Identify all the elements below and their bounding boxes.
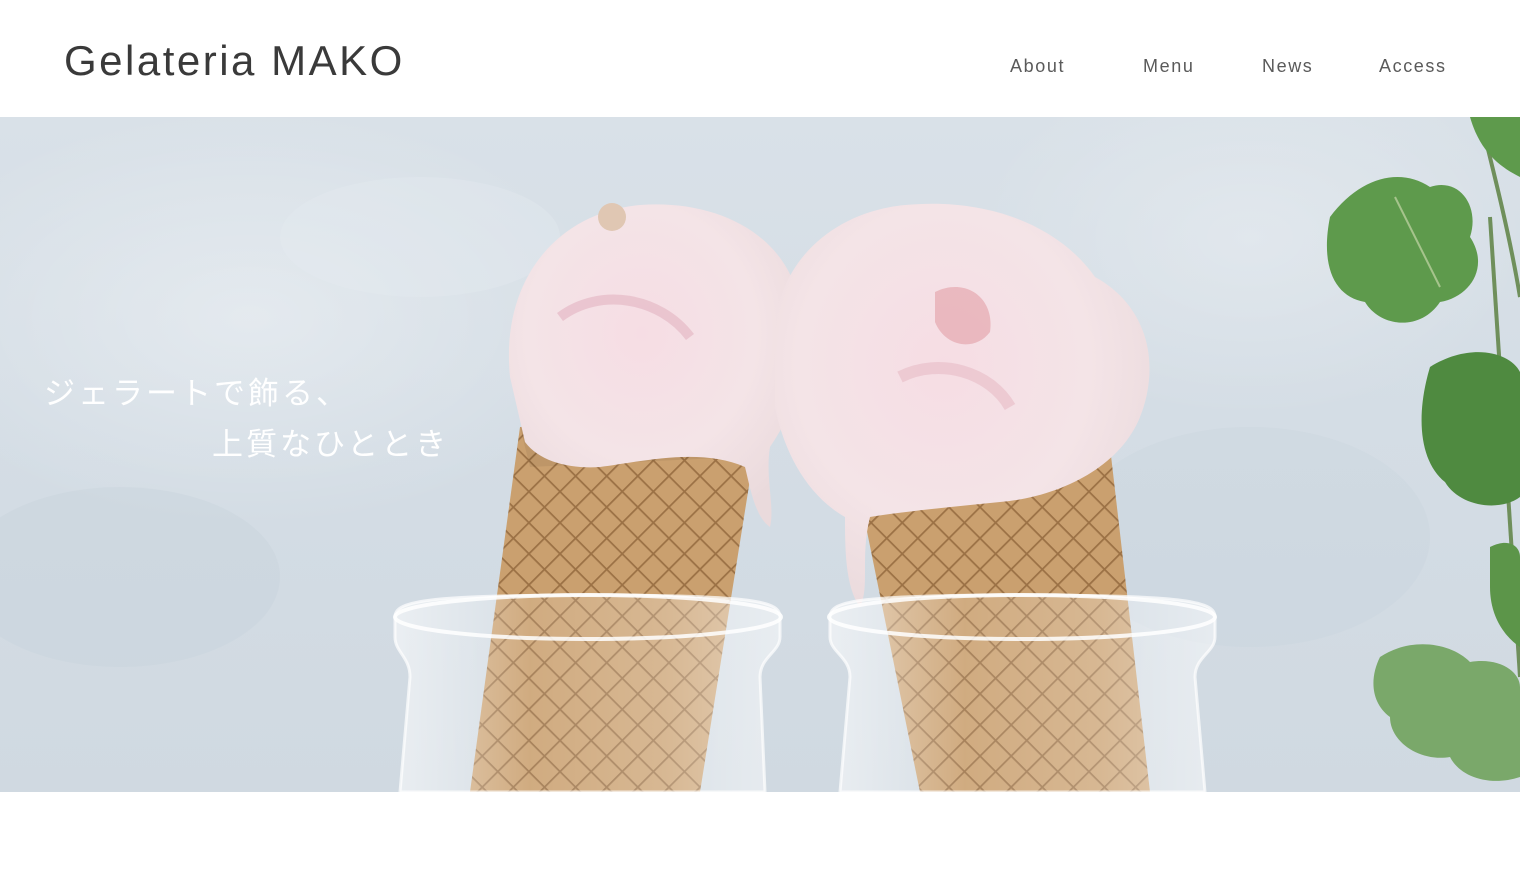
site-logo[interactable]: Gelateria MAKO [64, 40, 405, 82]
tagline-line-1: ジェラートで飾る、 [44, 376, 350, 412]
nav-link-news[interactable]: News [1262, 57, 1313, 75]
nav-link-about[interactable]: About [1010, 57, 1065, 75]
site-header: Gelateria MAKO About Menu News Access [0, 0, 1520, 117]
nav-link-access[interactable]: Access [1379, 57, 1447, 75]
hero-tagline: ジェラートで飾る、 上質なひととき [0, 117, 1520, 792]
hero-section: ジェラートで飾る、 上質なひととき [0, 117, 1520, 792]
nav-link-menu[interactable]: Menu [1143, 57, 1194, 75]
tagline-line-2: 上質なひととき [212, 427, 450, 463]
